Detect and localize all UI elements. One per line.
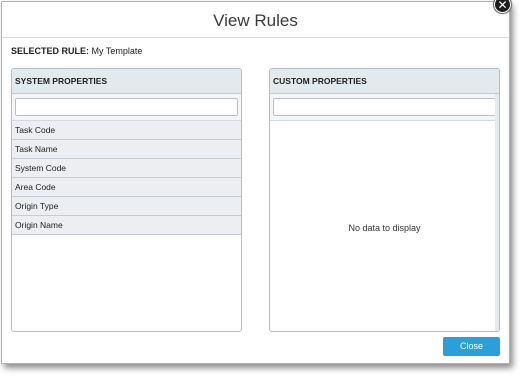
system-property-system-code[interactable]: System Code xyxy=(12,159,241,178)
selected-rule: SELECTED RULE: My Template xyxy=(11,46,142,56)
system-properties-filter-row xyxy=(12,94,241,121)
system-properties-filter-input[interactable] xyxy=(15,98,238,116)
system-property-area-code[interactable]: Area Code xyxy=(12,178,241,197)
system-properties-header: SYSTEM PROPERTIES xyxy=(12,69,241,94)
custom-properties-filter-input[interactable] xyxy=(273,98,496,116)
custom-properties-header: CUSTOM PROPERTIES xyxy=(270,69,499,94)
custom-properties-filter-row xyxy=(270,94,499,121)
system-properties-list: Task Code Task Name System Code Area Cod… xyxy=(12,121,241,235)
custom-properties-panel: CUSTOM PROPERTIES No data to display xyxy=(269,68,500,332)
no-data-message: No data to display xyxy=(348,223,421,233)
system-property-origin-name[interactable]: Origin Name xyxy=(12,216,241,235)
title-divider xyxy=(2,37,509,38)
custom-properties-scrollbar[interactable] xyxy=(495,94,499,331)
system-property-task-code[interactable]: Task Code xyxy=(12,121,241,140)
selected-rule-value: My Template xyxy=(91,46,143,56)
system-properties-panel: SYSTEM PROPERTIES Task Code Task Name Sy… xyxy=(11,68,242,332)
view-rules-dialog: View Rules SELECTED RULE: My Template SY… xyxy=(1,1,510,364)
system-property-origin-type[interactable]: Origin Type xyxy=(12,197,241,216)
selected-rule-label: SELECTED RULE: xyxy=(11,46,90,56)
close-button[interactable]: Close xyxy=(443,337,500,356)
dialog-title: View Rules xyxy=(213,11,298,30)
system-property-task-name[interactable]: Task Name xyxy=(12,140,241,159)
